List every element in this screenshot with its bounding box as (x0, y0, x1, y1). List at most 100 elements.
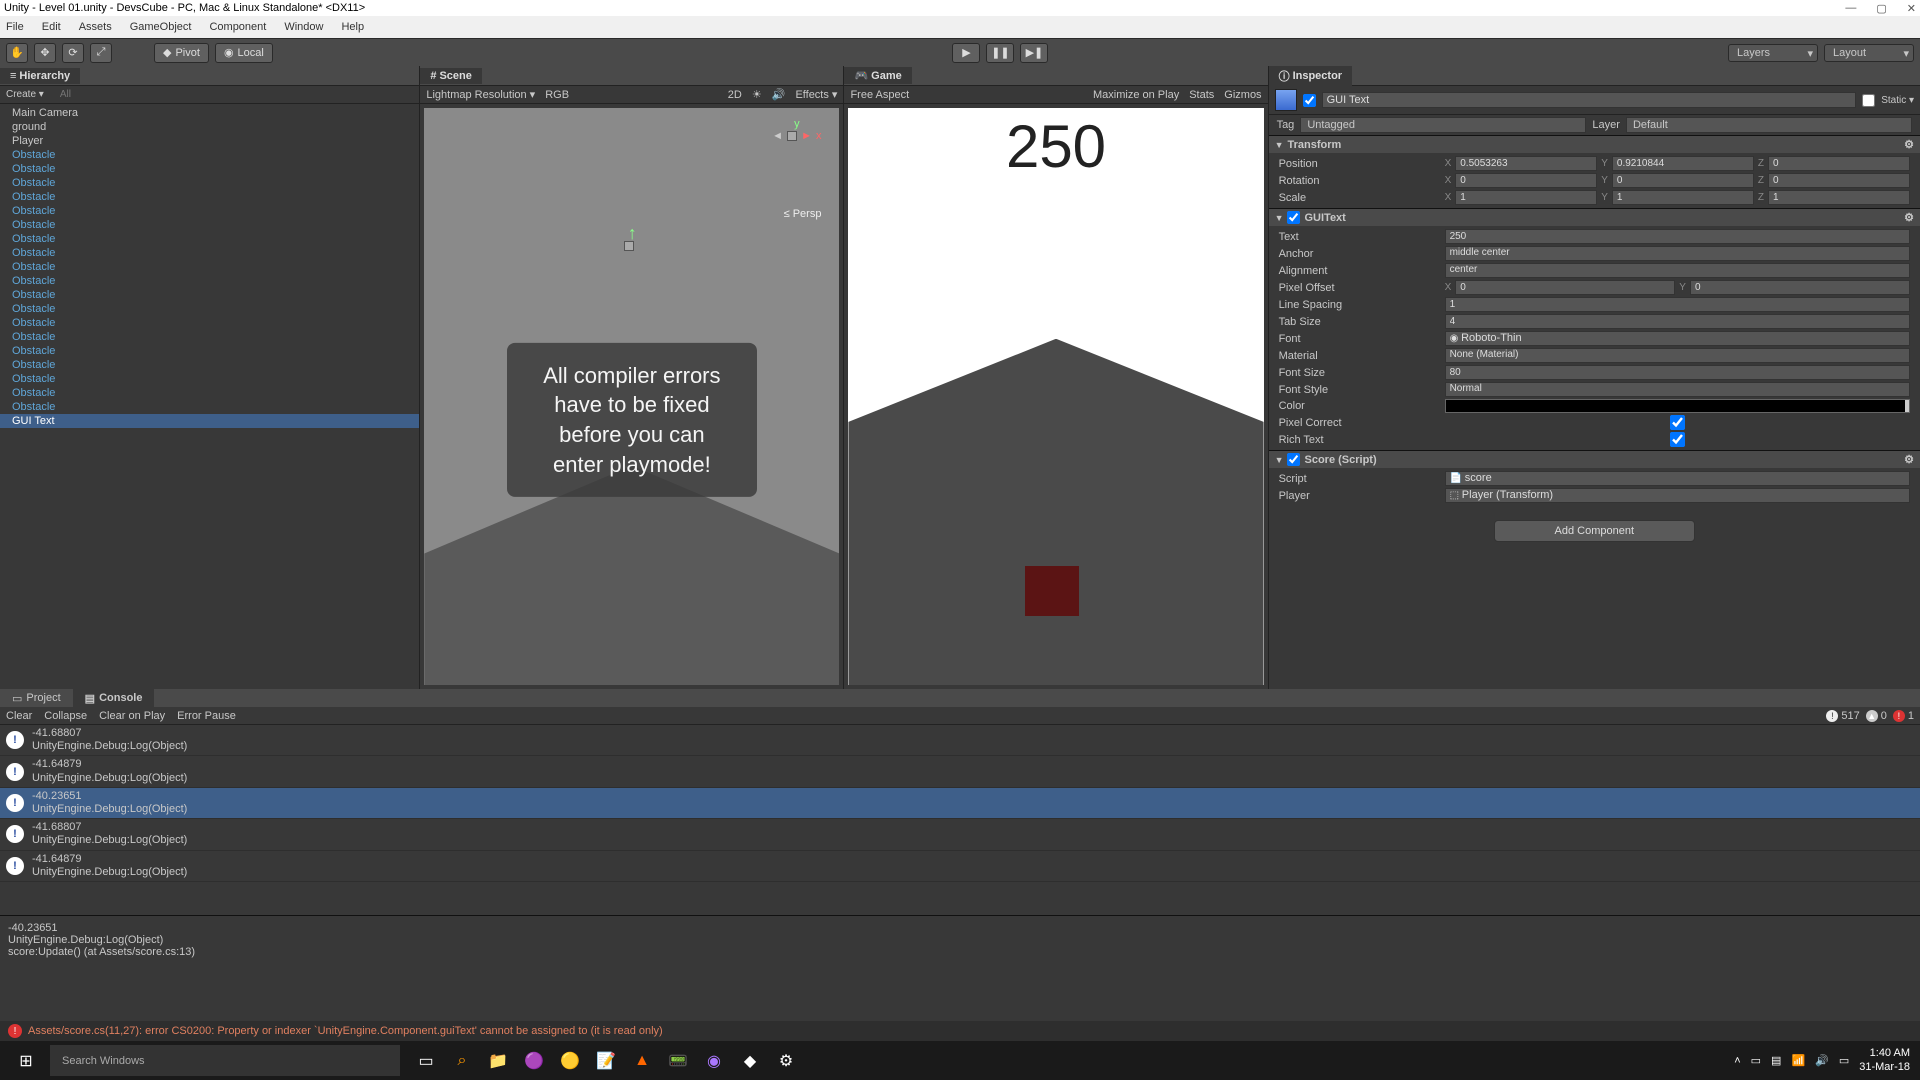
hierarchy-item[interactable]: Obstacle (0, 274, 419, 288)
pixeloffset-x[interactable] (1455, 280, 1675, 295)
tag-dropdown[interactable]: Untagged (1300, 117, 1586, 133)
gear-icon[interactable]: ⚙ (1904, 453, 1914, 466)
anchor-dropdown[interactable]: middle center (1445, 246, 1910, 261)
hierarchy-item[interactable]: Obstacle (0, 288, 419, 302)
tab-hierarchy[interactable]: ≡ Hierarchy (0, 68, 80, 84)
console-clear[interactable]: Clear (6, 710, 32, 722)
scene-rgb[interactable]: RGB (545, 89, 569, 101)
hierarchy-item[interactable]: Obstacle (0, 148, 419, 162)
scene-shading-mode[interactable]: Lightmap Resolution ▾ (426, 88, 535, 101)
gameobject-icon[interactable] (1275, 89, 1297, 111)
orientation-gizmo[interactable]: y ◄ ► x (772, 118, 821, 142)
tab-project[interactable]: ▭ Project (0, 689, 73, 707)
menu-assets[interactable]: Assets (79, 21, 112, 33)
hierarchy-item[interactable]: Obstacle (0, 372, 419, 386)
play-button[interactable]: ▶ (952, 43, 980, 63)
move-tool[interactable]: ✥ (34, 43, 56, 63)
hierarchy-item[interactable]: Obstacle (0, 302, 419, 316)
menu-component[interactable]: Component (209, 21, 266, 33)
hierarchy-item[interactable]: Obstacle (0, 386, 419, 400)
script-field[interactable]: 📄 score (1445, 471, 1910, 486)
alignment-dropdown[interactable]: center (1445, 263, 1910, 278)
scale-y[interactable] (1612, 190, 1754, 205)
light-icon[interactable]: ☀ (752, 88, 762, 101)
local-toggle[interactable]: ◉ Local (215, 43, 273, 63)
hierarchy-item[interactable]: Obstacle (0, 204, 419, 218)
app-icon-3[interactable]: ◉ (700, 1047, 728, 1075)
fontstyle-dropdown[interactable]: Normal (1445, 382, 1910, 397)
console-clear-on-play[interactable]: Clear on Play (99, 710, 165, 722)
layout-dropdown[interactable]: Layout (1824, 44, 1914, 62)
pause-button[interactable]: ❚❚ (986, 43, 1014, 63)
tray-wifi-icon[interactable]: 📶 (1791, 1054, 1805, 1067)
gizmos-toggle[interactable]: Gizmos (1224, 89, 1261, 101)
hierarchy-item[interactable]: Obstacle (0, 190, 419, 204)
audio-icon[interactable]: 🔊 (772, 88, 786, 101)
hierarchy-item[interactable]: Obstacle (0, 246, 419, 260)
position-x[interactable] (1455, 156, 1597, 171)
selected-object-handle[interactable] (624, 241, 634, 251)
menu-edit[interactable]: Edit (42, 21, 61, 33)
score-title[interactable]: Score (Script) (1304, 454, 1376, 466)
aspect-dropdown[interactable]: Free Aspect (850, 89, 909, 101)
tray-volume-icon[interactable]: 🔊 (1815, 1054, 1829, 1067)
transform-component-title[interactable]: Transform (1287, 139, 1341, 151)
tray-notifications-icon[interactable]: ▭ (1839, 1054, 1849, 1067)
app-icon-2[interactable]: 📟 (664, 1047, 692, 1075)
material-field[interactable]: None (Material) (1445, 348, 1910, 363)
game-view[interactable]: 250 (848, 108, 1263, 685)
start-button[interactable]: ⊞ (2, 1041, 50, 1080)
color-picker[interactable] (1445, 399, 1910, 413)
tab-scene[interactable]: # Scene (420, 68, 482, 84)
app-icon-4[interactable]: ⚙ (772, 1047, 800, 1075)
position-y[interactable] (1612, 156, 1754, 171)
rotation-x[interactable] (1455, 173, 1597, 188)
chrome-icon[interactable]: 🟡 (556, 1047, 584, 1075)
info-count[interactable]: !517 (1826, 710, 1859, 722)
pixelcorrect-toggle[interactable] (1445, 415, 1910, 430)
score-enabled[interactable] (1287, 453, 1300, 466)
unity-icon[interactable]: ◆ (736, 1047, 764, 1075)
position-z[interactable] (1768, 156, 1910, 171)
player-field[interactable]: ⬚ Player (Transform) (1445, 488, 1910, 503)
hierarchy-item[interactable]: Player (0, 134, 419, 148)
hierarchy-item[interactable]: ground (0, 120, 419, 134)
hierarchy-item[interactable]: Obstacle (0, 260, 419, 274)
pivot-toggle[interactable]: ◆ Pivot (154, 43, 209, 63)
hierarchy-item[interactable]: Obstacle (0, 176, 419, 190)
warn-count[interactable]: ▲0 (1866, 710, 1887, 722)
linespacing-field[interactable] (1445, 297, 1910, 312)
error-count[interactable]: !1 (1893, 710, 1914, 722)
guitext-enabled[interactable] (1287, 211, 1300, 224)
guitext-title[interactable]: GUIText (1304, 212, 1345, 224)
tray-network-icon[interactable]: ▤ (1771, 1054, 1781, 1067)
hierarchy-item[interactable]: Obstacle (0, 330, 419, 344)
hand-tool[interactable]: ✋ (6, 43, 28, 63)
menu-file[interactable]: File (6, 21, 24, 33)
tabsize-field[interactable] (1445, 314, 1910, 329)
step-button[interactable]: ▶❚ (1020, 43, 1048, 63)
scene-view[interactable]: y ◄ ► x ≤ Persp ↑ All compiler errors ha… (424, 108, 839, 685)
gameobject-active-toggle[interactable] (1303, 94, 1316, 107)
app-icon[interactable]: 🟣 (520, 1047, 548, 1075)
gear-icon[interactable]: ⚙ (1904, 211, 1914, 224)
hierarchy-search[interactable] (60, 89, 192, 100)
notes-icon[interactable]: 📝 (592, 1047, 620, 1075)
console-log-entry[interactable]: !-41.68807UnityEngine.Debug:Log(Object) (0, 725, 1920, 756)
fontsize-field[interactable] (1445, 365, 1910, 380)
rotation-z[interactable] (1768, 173, 1910, 188)
add-component-button[interactable]: Add Component (1494, 520, 1696, 542)
scale-z[interactable] (1768, 190, 1910, 205)
taskbar-clock[interactable]: 1:40 AM31-Mar-18 (1859, 1047, 1918, 1073)
hierarchy-item[interactable]: Obstacle (0, 316, 419, 330)
rotation-y[interactable] (1612, 173, 1754, 188)
search-icon[interactable]: ⌕ (448, 1047, 476, 1075)
hierarchy-item[interactable]: Main Camera (0, 106, 419, 120)
window-minimize[interactable]: — (1845, 2, 1856, 15)
menu-help[interactable]: Help (341, 21, 364, 33)
tab-inspector[interactable]: ⓘ Inspector (1269, 66, 1353, 86)
text-field[interactable] (1445, 229, 1910, 244)
hierarchy-item[interactable]: Obstacle (0, 218, 419, 232)
create-menu[interactable]: Create ▾ (6, 89, 44, 100)
scale-x[interactable] (1455, 190, 1597, 205)
